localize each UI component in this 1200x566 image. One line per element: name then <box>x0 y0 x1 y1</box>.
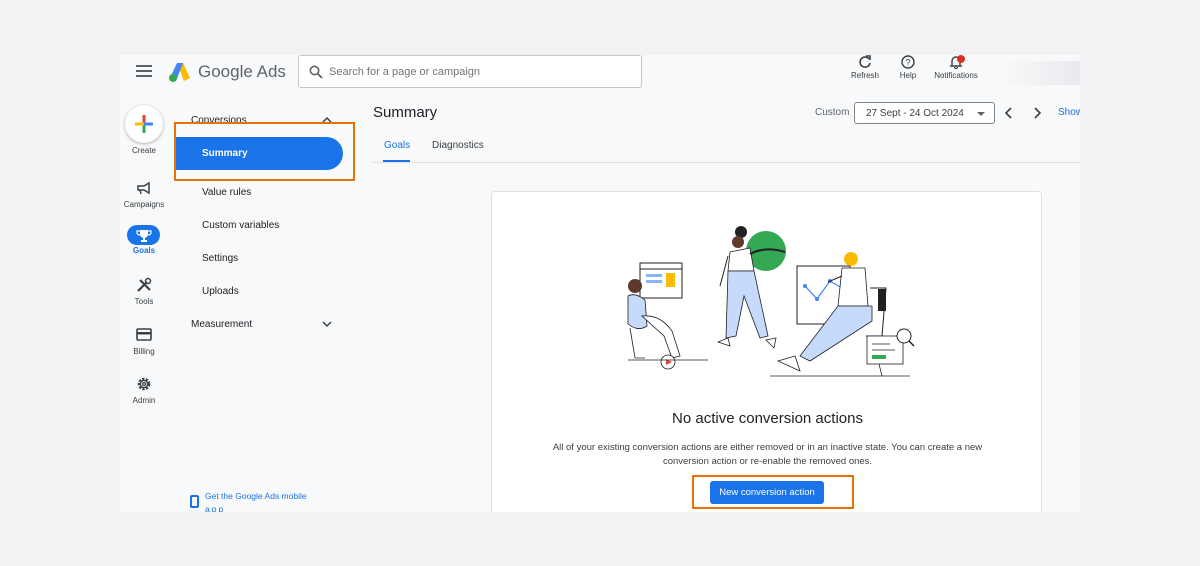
rail-item-billing[interactable]: Billing <box>120 327 168 367</box>
search-box[interactable] <box>298 55 642 88</box>
megaphone-icon <box>137 181 150 195</box>
summary-highlight-box <box>174 122 355 181</box>
rail-item-admin[interactable]: Admin <box>120 376 168 416</box>
empty-state-description: All of your existing conversion actions … <box>552 442 983 467</box>
tabs-divider <box>372 162 1080 163</box>
rail-label-goals: Goals <box>132 246 156 255</box>
nav-item-uploads-label: Uploads <box>202 286 239 297</box>
nav-item-uploads[interactable]: Uploads <box>174 277 344 307</box>
date-range-label: Custom <box>815 107 850 118</box>
nav-item-custom-variables[interactable]: Custom variables <box>174 211 344 241</box>
page-title: Summary <box>373 104 438 121</box>
create-button[interactable] <box>125 105 163 143</box>
date-range-value: 27 Sept - 24 Oct 2024 <box>866 108 964 119</box>
svg-text:?: ? <box>905 58 910 68</box>
plus-icon <box>135 115 153 133</box>
rail-label-tools: Tools <box>134 297 154 306</box>
refresh-icon <box>859 55 871 68</box>
phone-icon <box>190 495 199 508</box>
search-input[interactable] <box>329 62 629 82</box>
credit-card-icon <box>136 328 152 341</box>
nav-item-settings-label: Settings <box>202 253 239 264</box>
refresh-label: Refresh <box>850 71 879 80</box>
google-ads-app: Google Ads Refresh ? Help <box>120 55 1080 512</box>
people-illustration <box>627 226 915 377</box>
rail-label-campaigns: Campaigns <box>123 200 165 209</box>
chevron-down-icon <box>322 321 332 328</box>
trophy-icon <box>136 230 152 242</box>
show-link[interactable]: Show <box>1058 107 1080 118</box>
notification-badge <box>957 55 965 63</box>
tab-diagnostics[interactable]: Diagnostics <box>432 140 484 151</box>
create-label: Create <box>131 146 156 155</box>
cta-highlight-box <box>692 475 854 509</box>
rail-label-admin: Admin <box>132 396 156 405</box>
tools-icon <box>137 277 152 292</box>
help-button[interactable]: ? Help <box>883 55 933 80</box>
notifications-label: Notifications <box>934 71 978 80</box>
nav-section-measurement-label: Measurement <box>191 319 253 330</box>
tab-goals[interactable]: Goals <box>384 140 410 151</box>
nav-item-value-rules[interactable]: Value rules <box>174 178 344 208</box>
chevron-left-icon[interactable] <box>1002 105 1016 121</box>
rail-item-goals[interactable]: Goals <box>120 225 168 270</box>
rail-item-tools[interactable]: Tools <box>120 277 168 317</box>
notifications-button[interactable]: Notifications <box>930 55 982 80</box>
brand-name: Google Ads <box>198 62 286 81</box>
mobile-app-link-cont[interactable]: app <box>205 504 225 512</box>
left-rail: Create Campaigns Goals Tools Billing Adm… <box>120 95 172 512</box>
chevron-right-icon[interactable] <box>1030 105 1044 121</box>
account-info-blurred <box>1000 61 1080 85</box>
nav-item-custom-variables-label: Custom variables <box>202 220 280 231</box>
rail-label-billing: Billing <box>133 347 155 356</box>
empty-state-card: No active conversion actions All of your… <box>491 191 1042 512</box>
nav-section-measurement[interactable]: Measurement <box>174 310 344 340</box>
empty-state-title: No active conversion actions <box>672 410 863 427</box>
rail-item-campaigns[interactable]: Campaigns <box>120 180 168 220</box>
help-icon: ? <box>901 55 915 69</box>
google-ads-logo-icon <box>169 63 190 82</box>
nav-item-value-rules-label: Value rules <box>202 187 252 198</box>
help-label: Help <box>899 71 917 80</box>
date-range-select[interactable]: 27 Sept - 24 Oct 2024 <box>854 102 995 124</box>
hamburger-menu-icon[interactable] <box>136 65 152 79</box>
nav-item-settings[interactable]: Settings <box>174 244 344 274</box>
top-bar: Google Ads Refresh ? Help <box>120 55 1080 91</box>
gear-icon <box>137 377 151 391</box>
main-content: Summary Custom 27 Sept - 24 Oct 2024 Sho… <box>356 95 1080 512</box>
caret-down-icon <box>977 112 985 116</box>
search-icon <box>309 65 323 79</box>
mobile-app-link[interactable]: Get the Google Ads mobile <box>205 491 307 501</box>
